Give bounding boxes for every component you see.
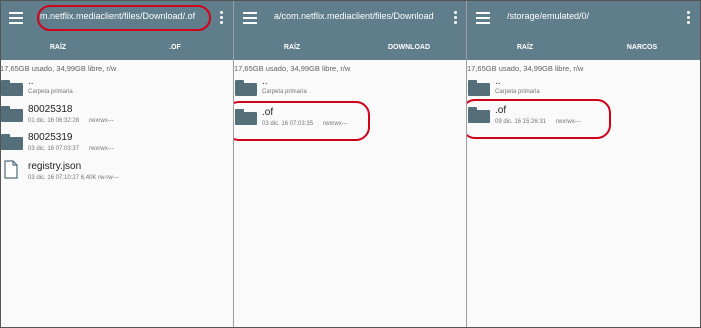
file-manager-pane-2: a/com.netflix.mediaclient/files/Download… <box>234 0 467 328</box>
annotation-highlight-path <box>37 5 211 31</box>
item-name: 80025319 <box>28 132 73 143</box>
item-size: 6,40K <box>80 175 97 181</box>
folder-icon <box>235 80 257 96</box>
breadcrumb-tabs: RAÍZ .OF <box>0 36 233 60</box>
folder-icon <box>1 106 23 122</box>
item-meta: 03 dic. 16 07:10:27 6,40K rw-rw--- <box>28 175 119 181</box>
annotation-highlight-folder <box>234 101 370 141</box>
list-item-parent[interactable]: .. Carpeta primaria <box>234 74 467 104</box>
breadcrumb-tabs: RAÍZ NARCOS <box>467 36 700 60</box>
app-bar: /storage/emulated/0/ <box>467 0 700 36</box>
path-title: /storage/emulated/0/ <box>507 11 590 21</box>
item-date: Carpeta primaria <box>28 89 73 95</box>
file-icon <box>4 160 18 179</box>
item-meta: Carpeta primaria <box>28 89 73 95</box>
storage-info: 17,65GB usado, 34,99GB libre, r/w <box>234 64 351 73</box>
storage-info: 17,65GB usado, 34,99GB libre, r/w <box>0 64 117 73</box>
tab-current-folder[interactable]: .OF <box>117 36 233 60</box>
file-manager-pane-3: /storage/emulated/0/ RAÍZ NARCOS 17,65GB… <box>467 0 700 328</box>
item-date: 03 dic. 16 07:03:37 <box>28 146 80 152</box>
folder-icon <box>1 134 23 150</box>
item-permissions: rwxrwx--- <box>89 146 114 152</box>
item-name: .. <box>28 76 34 87</box>
item-permissions: rwxrwx--- <box>89 118 114 124</box>
item-name: .. <box>495 76 501 87</box>
folder-icon <box>1 80 23 96</box>
path-title: a/com.netflix.mediaclient/files/Download <box>274 11 434 21</box>
tab-root[interactable]: RAÍZ <box>467 36 583 60</box>
pane-divider <box>466 0 467 328</box>
more-options-icon[interactable] <box>220 11 224 25</box>
annotation-highlight-folder <box>467 99 611 139</box>
pane-divider <box>233 0 234 328</box>
app-bar: a/com.netflix.mediaclient/files/Download <box>234 0 467 36</box>
item-name: .. <box>262 76 268 87</box>
storage-info: 17,65GB usado, 34,99GB libre, r/w <box>467 64 584 73</box>
hamburger-menu-icon[interactable] <box>476 12 490 24</box>
list-item-file[interactable]: registry.json 03 dic. 16 07:10:27 6,40K … <box>0 157 233 187</box>
item-date: 01 dic. 16 06:32:28 <box>28 118 80 124</box>
hamburger-menu-icon[interactable] <box>243 12 257 24</box>
folder-icon <box>468 80 490 96</box>
item-name: registry.json <box>28 161 82 172</box>
tab-current-folder[interactable]: NARCOS <box>584 36 700 60</box>
item-date: Carpeta primaria <box>495 89 540 95</box>
item-meta: Carpeta primaria <box>262 89 307 95</box>
tab-root[interactable]: RAÍZ <box>0 36 116 60</box>
file-manager-pane-1: m.netflix.mediaclient/files/Download/.of… <box>0 0 233 328</box>
list-item-folder[interactable]: 80025318 01 dic. 16 06:32:28 rwxrwx--- <box>0 100 233 130</box>
hamburger-menu-icon[interactable] <box>9 12 23 24</box>
item-name: 80025318 <box>28 104 73 115</box>
item-permissions: rw-rw--- <box>98 175 119 181</box>
item-date: Carpeta primaria <box>262 89 307 95</box>
list-item-folder[interactable]: 80025319 03 dic. 16 07:03:37 rwxrwx--- <box>0 128 233 158</box>
breadcrumb-tabs: RAÍZ DOWNLOAD <box>234 36 467 60</box>
more-options-icon[interactable] <box>687 11 691 25</box>
tab-current-folder[interactable]: DOWNLOAD <box>351 36 467 60</box>
item-meta: 01 dic. 16 06:32:28 rwxrwx--- <box>28 118 114 124</box>
item-date: 03 dic. 16 07:10:27 <box>28 175 80 181</box>
tab-root[interactable]: RAÍZ <box>234 36 350 60</box>
item-meta: 03 dic. 16 07:03:37 rwxrwx--- <box>28 146 114 152</box>
item-meta: Carpeta primaria <box>495 89 540 95</box>
more-options-icon[interactable] <box>454 11 458 25</box>
